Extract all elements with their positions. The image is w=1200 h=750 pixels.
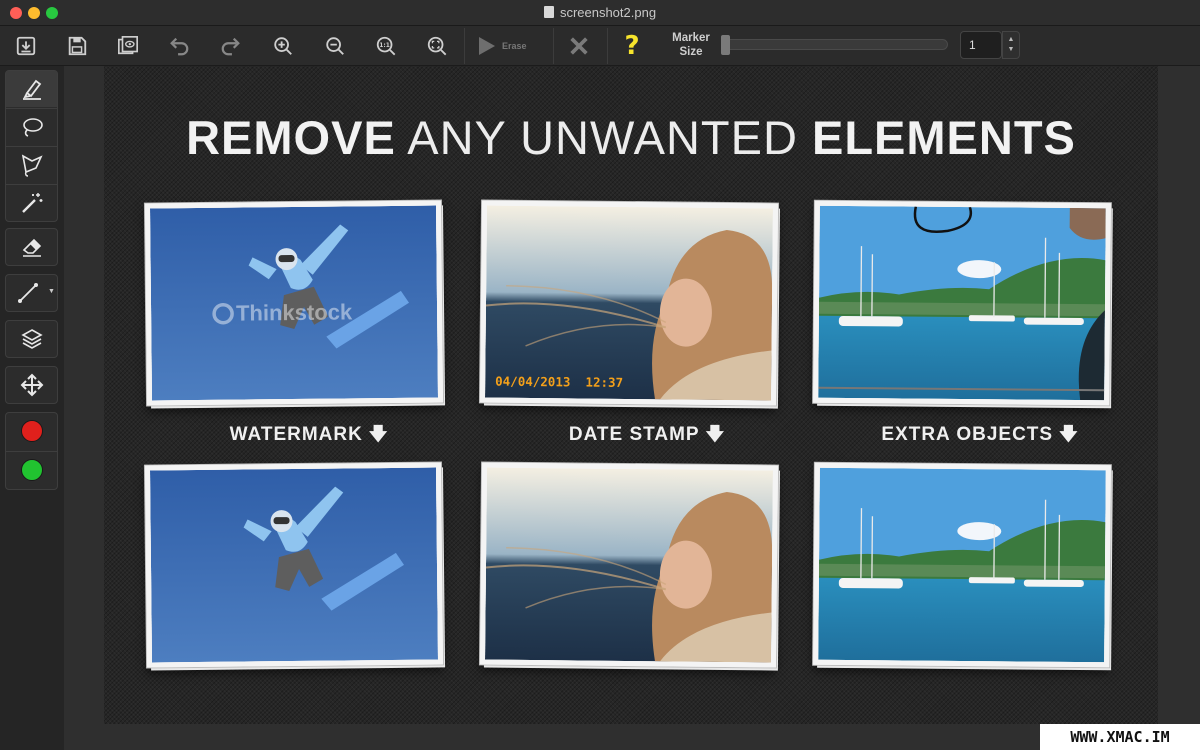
move-tool[interactable] [6, 367, 57, 403]
eraser-tool[interactable] [6, 229, 57, 265]
save-as-icon [118, 36, 138, 55]
red-color-icon [20, 420, 43, 442]
headline-elements: ELEMENTS [811, 111, 1076, 164]
line-tool-dropdown-icon[interactable]: ▼ [48, 288, 55, 295]
move-group [5, 366, 58, 404]
caption-date-stamp-text: DATE STAMP [568, 424, 700, 445]
undo-icon [170, 37, 189, 56]
actual-size-icon: 1:1 [376, 36, 396, 56]
image-canvas[interactable]: REMOVE ANY UNWANTED ELEMENTS Thinkstock [104, 66, 1158, 724]
svg-text:1:1: 1:1 [379, 42, 390, 49]
toolbar-divider [553, 28, 554, 64]
toolbar-divider [464, 28, 465, 64]
help-icon: ? [624, 31, 640, 61]
window-title-text: screenshot2.png [559, 5, 657, 20]
caption-watermark-text: WATERMARK [229, 424, 363, 445]
erase-button[interactable]: Erase [474, 31, 544, 61]
selection-tools-group [5, 70, 58, 222]
zoom-fit-icon [427, 36, 447, 56]
play-icon [479, 37, 495, 55]
site-watermark: WWW.XMAC.IM [1040, 724, 1200, 750]
stepper-up-icon[interactable]: ▲ [1008, 35, 1015, 45]
redo-button[interactable] [215, 31, 247, 61]
cancel-button[interactable] [563, 31, 595, 61]
marker-size-label-line1: Marker [672, 32, 710, 44]
cancel-icon [570, 37, 588, 55]
save-as-button[interactable] [112, 31, 144, 61]
eraser-icon [22, 238, 41, 257]
zoom-in-button[interactable] [267, 31, 299, 61]
down-arrow-icon: 🡇 [705, 424, 726, 444]
photo-snowboarder-clean [144, 462, 444, 668]
save-icon [68, 36, 87, 56]
headline-any-unwanted: ANY UNWANTED [407, 111, 798, 164]
app-window: screenshot2.png 1:1 Erase ? Marker Size … [0, 0, 1200, 750]
photo-harbor-with-objects [813, 200, 1111, 406]
layers-icon [20, 329, 43, 349]
redo-icon [221, 37, 240, 56]
down-arrow-icon: 🡇 [368, 424, 389, 444]
color-group [5, 412, 58, 490]
caption-extra-objects: EXTRA OBJECTS 🡇 [820, 422, 1140, 452]
line-icon [18, 283, 38, 303]
stepper-down-icon[interactable]: ▼ [1008, 45, 1015, 55]
marker-size-label: Marker Size [664, 31, 718, 59]
date-stamp-text: 04/04/2013 12:37 [495, 374, 623, 390]
zoom-out-button[interactable] [319, 31, 351, 61]
layers-tool[interactable] [6, 321, 57, 357]
save-button[interactable] [61, 31, 93, 61]
actual-size-button[interactable]: 1:1 [370, 31, 402, 61]
photo-woman-datestamped: 04/04/2013 12:37 [479, 200, 779, 406]
line-tool-group: ▼ [5, 274, 58, 312]
photo-harbor-clean [813, 462, 1111, 668]
caption-watermark: WATERMARK 🡇 [149, 422, 469, 452]
open-icon [16, 36, 36, 56]
down-arrow-icon: 🡇 [1059, 424, 1079, 444]
toolbar: 1:1 Erase ? Marker Size 1 ▲ ▼ [0, 26, 1200, 66]
marker-size-slider-thumb[interactable] [721, 35, 730, 55]
window-title: screenshot2.png [0, 5, 1200, 20]
magic-wand-tool[interactable] [6, 185, 57, 221]
thinkstock-watermark-text: Thinkstock [236, 299, 353, 325]
marker-size-stepper[interactable]: ▲ ▼ [1002, 31, 1020, 59]
erase-label: Erase [502, 41, 527, 51]
polygon-lasso-icon [21, 154, 43, 177]
zoom-out-icon [326, 37, 344, 55]
eraser-group [5, 228, 58, 266]
caption-extra-objects-text: EXTRA OBJECTS [881, 424, 1054, 445]
open-button[interactable] [10, 31, 42, 61]
marker-size-label-line2: Size [679, 46, 703, 58]
green-color-icon [20, 459, 43, 481]
marker-size-slider[interactable] [724, 39, 948, 50]
marker-icon [22, 79, 41, 100]
toolbar-divider [607, 28, 608, 64]
undo-button[interactable] [163, 31, 195, 61]
lasso-tool[interactable] [6, 109, 57, 145]
headline: REMOVE ANY UNWANTED ELEMENTS [104, 110, 1158, 165]
red-color-swatch[interactable] [6, 413, 57, 449]
caption-date-stamp: DATE STAMP 🡇 [487, 422, 807, 452]
magic-wand-icon [21, 193, 42, 213]
move-icon [20, 373, 43, 397]
layers-group [5, 320, 58, 358]
title-bar: screenshot2.png [0, 0, 1200, 26]
lasso-icon [22, 118, 43, 137]
photo-snowboarder-watermarked: Thinkstock [144, 200, 444, 406]
photo-woman-clean [479, 462, 779, 668]
marker-size-input[interactable]: 1 [960, 31, 1002, 59]
marker-tool[interactable] [6, 71, 57, 107]
polygon-lasso-tool[interactable] [6, 147, 57, 183]
zoom-fit-button[interactable] [421, 31, 453, 61]
green-color-swatch[interactable] [6, 452, 57, 488]
headline-remove: REMOVE [186, 111, 396, 164]
help-button[interactable]: ? [616, 31, 648, 61]
line-tool[interactable] [6, 275, 50, 311]
tools-panel: ▼ [0, 66, 64, 750]
document-icon [543, 6, 554, 18]
zoom-in-icon [274, 37, 292, 55]
